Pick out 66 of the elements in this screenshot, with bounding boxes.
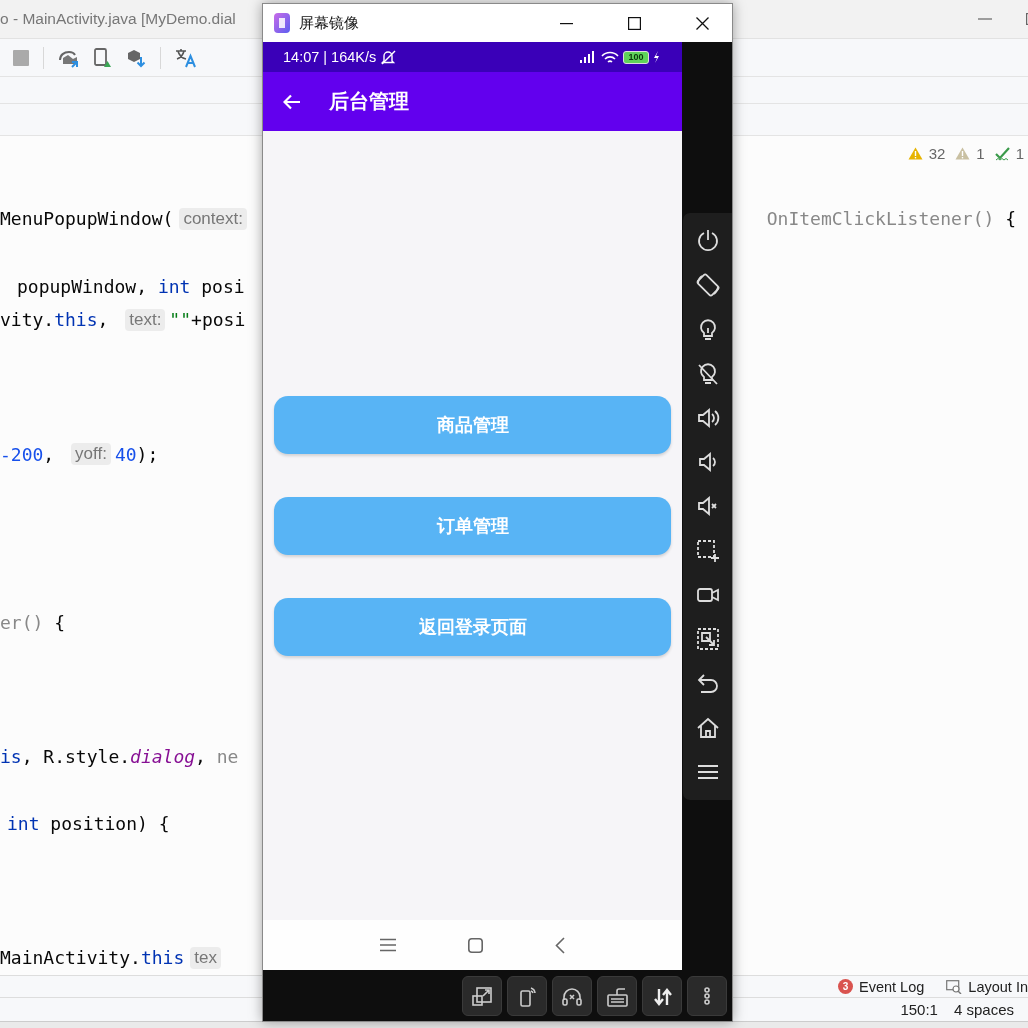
problem-count: 1 — [976, 145, 985, 163]
menu-button[interactable]: 商品管理 — [274, 396, 671, 454]
bell-off-icon — [380, 49, 397, 65]
code-text: er() { — [0, 611, 66, 633]
home-icon[interactable] — [468, 937, 483, 953]
device-icon[interactable] — [94, 47, 112, 68]
wifi-icon — [601, 50, 619, 64]
battery-level: 100 — [623, 50, 649, 64]
problem-count: 1 — [1015, 145, 1024, 163]
count-badge: 3 — [838, 979, 853, 995]
app-bar-title: 后台管理 — [329, 89, 409, 114]
code-text: vity.this, — [0, 309, 110, 331]
status-time: 14:07 | 164K/s — [283, 49, 377, 65]
code-text: MenuPopupWindow( — [0, 208, 174, 230]
back-arrow-icon[interactable] — [283, 93, 301, 110]
charging-icon — [653, 51, 660, 63]
headphones-button[interactable] — [552, 975, 592, 1016]
maximize-icon[interactable] — [628, 16, 641, 30]
back-icon[interactable] — [555, 936, 565, 954]
menu-button[interactable]: 返回登录页面 — [274, 598, 671, 656]
code-text: is, R.style.dialog, ne — [0, 745, 239, 767]
more-icon — [704, 986, 710, 1005]
status-text: 4 spaces — [953, 1001, 1014, 1019]
volume-up-icon[interactable] — [695, 406, 720, 430]
power-icon[interactable] — [695, 229, 720, 254]
code-text: -200, — [0, 443, 56, 465]
inspector-icon — [946, 979, 963, 994]
close-icon[interactable] — [696, 16, 709, 30]
undo-icon[interactable] — [695, 671, 720, 696]
code-text: OnItemClickListener() { — [766, 208, 1016, 230]
warning-icon — [955, 147, 971, 161]
parameter-hint: tex — [190, 946, 221, 969]
tool-window-label[interactable]: Layout In — [968, 978, 1028, 995]
window-title: 屏幕镜像 — [299, 13, 360, 33]
home-icon[interactable] — [695, 715, 720, 740]
region-select-icon[interactable] — [695, 538, 720, 563]
menu-icon[interactable] — [380, 938, 396, 952]
problem-count: 32 — [928, 145, 946, 163]
code-text: popupWindow, int posi — [17, 275, 245, 297]
parameter-hint: context: — [179, 207, 247, 230]
window-title: o - MainActivity.java [MyDemo.dial — [0, 10, 236, 29]
parameter-hint: yoff: — [71, 443, 111, 466]
app-icon — [274, 13, 290, 33]
code-text: MainActivity.this — [0, 947, 185, 969]
check-icon — [994, 146, 1010, 161]
parameter-hint: text: — [125, 308, 166, 331]
phone-cast-button[interactable] — [507, 975, 547, 1016]
status-text: 150:1 — [900, 1001, 938, 1019]
code-text: ""+posi — [169, 309, 246, 331]
menu-button[interactable]: 订单管理 — [274, 497, 671, 555]
code-text: 40); — [114, 443, 159, 465]
transfer-button[interactable] — [642, 975, 682, 1016]
translate-icon[interactable] — [175, 47, 197, 68]
lightbulb-off-icon[interactable] — [695, 361, 720, 386]
warning-icon — [907, 147, 923, 161]
expand-icon — [471, 984, 493, 1007]
code-text: int position) { — [7, 813, 170, 835]
keyboard-button[interactable] — [597, 975, 637, 1016]
mute-icon[interactable] — [695, 494, 720, 519]
download-icon[interactable] — [126, 47, 146, 68]
expand-button[interactable] — [462, 975, 502, 1016]
more-button[interactable] — [687, 975, 727, 1016]
resize-icon[interactable] — [695, 627, 720, 652]
signal-icon — [578, 51, 597, 63]
rotate-icon[interactable] — [695, 273, 720, 298]
tool-window-label[interactable]: Event Log — [859, 978, 925, 995]
